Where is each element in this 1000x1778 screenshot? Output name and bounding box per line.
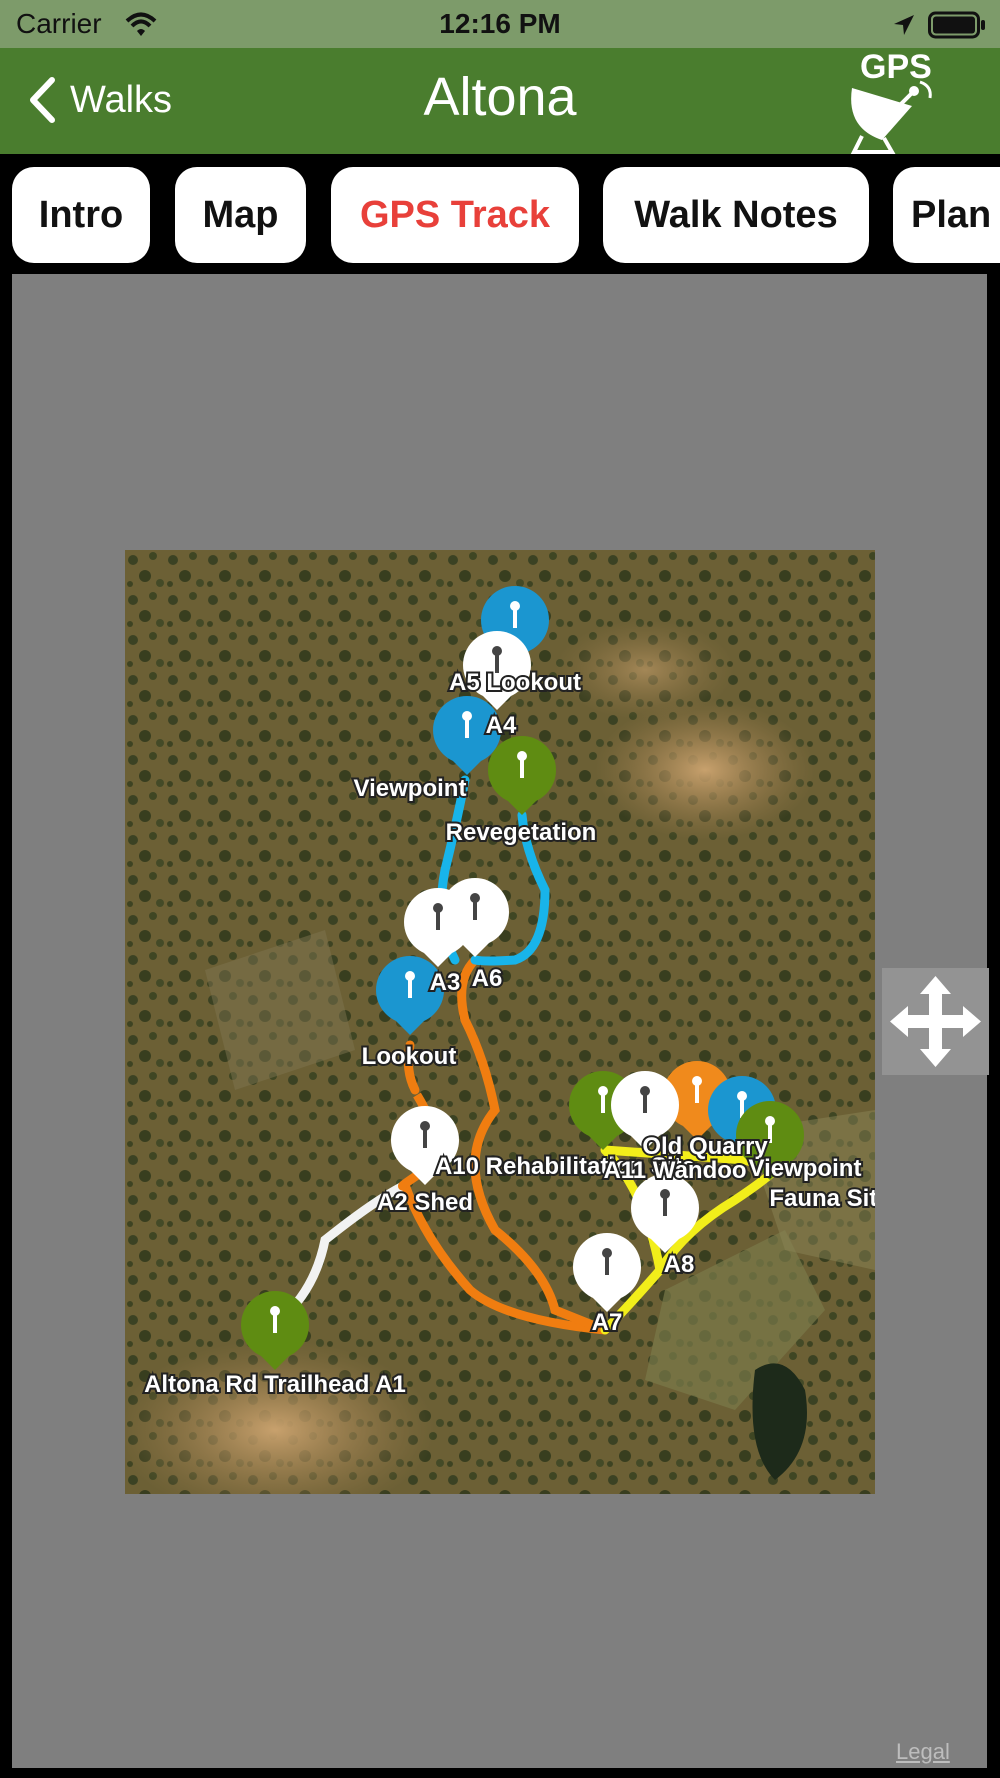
tab-gps-track[interactable]: GPS Track — [331, 167, 579, 263]
status-time: 12:16 PM — [439, 8, 561, 39]
tab-intro[interactable]: Intro — [12, 167, 150, 263]
label-viewpoint-top: Viewpoint — [354, 775, 467, 802]
tab-map[interactable]: Map — [175, 167, 306, 263]
tab-walk-notes[interactable]: Walk Notes — [603, 167, 869, 263]
label-a7: A7 — [592, 1309, 623, 1336]
status-bar: Carrier 12:16 PM — [0, 0, 1000, 48]
label-a2-shed: A2 Shed — [377, 1189, 473, 1216]
map-panel[interactable]: A5 Lookout A4 Viewpoint Revegetation A3 … — [12, 274, 989, 1768]
satellite-dish-icon — [850, 80, 932, 154]
move-handle[interactable] — [882, 968, 989, 1075]
label-a5-lookout: A5 Lookout — [449, 669, 581, 696]
label-revegetation: Revegetation — [446, 819, 597, 846]
location-arrow-icon — [894, 15, 914, 35]
label-a4: A4 — [486, 712, 517, 739]
label-lookout: Lookout — [362, 1043, 457, 1070]
label-fauna-site: Fauna Site — [769, 1185, 875, 1212]
label-a8: A8 — [664, 1251, 695, 1278]
tab-bar: Intro Map GPS Track Walk Notes Plan — [0, 154, 1000, 272]
label-viewpoint-right: Viewpoint — [749, 1155, 862, 1182]
satellite-map[interactable]: A5 Lookout A4 Viewpoint Revegetation A3 … — [115, 550, 893, 1520]
label-a11-wandoo: A11 Wandoo — [603, 1157, 746, 1184]
legal-link[interactable]: Legal — [896, 1739, 950, 1765]
gps-logo: GPS — [842, 48, 962, 154]
navigation-bar: Walks Altona GPS — [0, 48, 1000, 154]
tab-plan[interactable]: Plan — [893, 167, 1000, 263]
label-trailhead: Altona Rd Trailhead A1 — [144, 1371, 406, 1398]
move-arrows-icon — [890, 976, 981, 1067]
label-a6: A6 — [472, 965, 503, 992]
label-a3: A3 — [430, 969, 461, 996]
battery-icon — [928, 11, 985, 39]
